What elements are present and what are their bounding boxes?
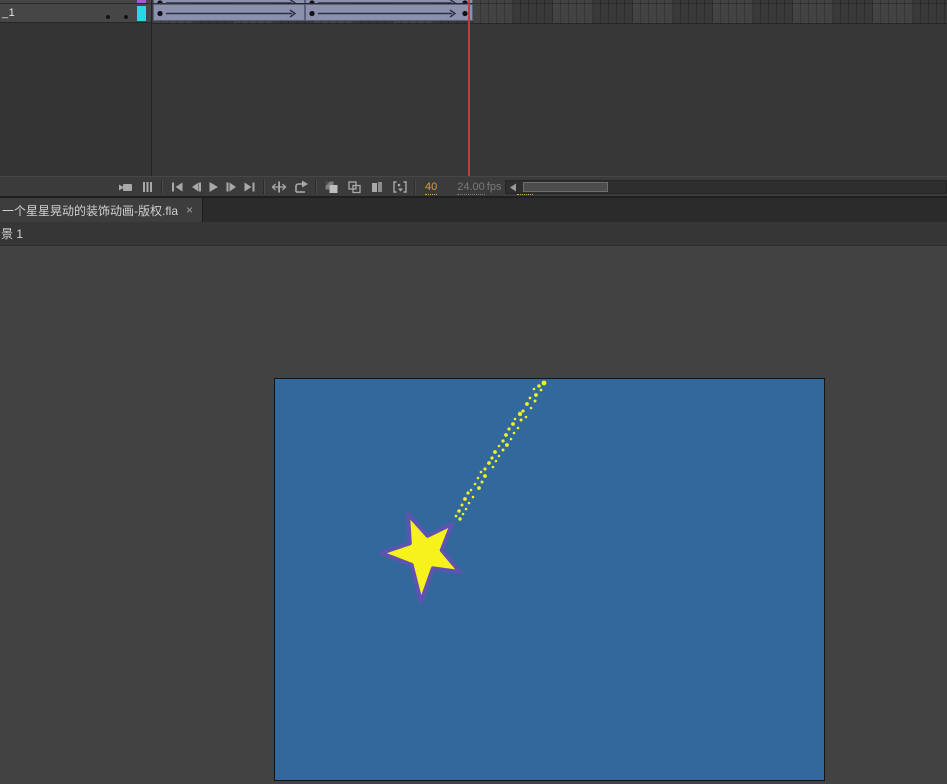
tween-span[interactable] <box>305 0 473 3</box>
edit-bar: 景 1 <box>0 222 947 246</box>
timeline-frames-background[interactable] <box>152 0 947 176</box>
upper-layer-frames[interactable] <box>152 0 947 3</box>
layer-lock-dot-icon[interactable] <box>124 15 128 19</box>
timeline-layer-panel: _1 <box>0 0 152 176</box>
scroll-left-arrow-icon[interactable] <box>506 181 520 193</box>
layer-color-swatch-cyan[interactable] <box>137 6 146 21</box>
layer-depth-icon[interactable] <box>138 179 156 195</box>
star-shape[interactable] <box>381 514 460 602</box>
go-to-first-frame-button[interactable] <box>168 179 186 195</box>
tween-arrow-icon <box>154 5 304 22</box>
tween-span-2[interactable] <box>305 4 473 21</box>
layer-visibility-dot-icon[interactable] <box>106 15 110 19</box>
onion-skin-outlines-icon[interactable] <box>345 179 363 195</box>
frame-rate-value[interactable]: 24.00 <box>457 181 485 195</box>
layer-row[interactable]: _1 <box>0 4 151 23</box>
trail-dots <box>455 381 547 521</box>
divider <box>315 180 317 194</box>
document-tab-title: 一个星星晃动的装饰动画-版权.fla <box>2 202 178 219</box>
scene-label: 景 1 <box>1 225 23 242</box>
layer-name[interactable]: _1 <box>2 7 15 19</box>
tween-span-1[interactable] <box>153 4 305 21</box>
tween-arrow-icon <box>306 0 472 3</box>
divider <box>161 180 163 194</box>
step-back-button[interactable] <box>186 179 204 195</box>
animate-window: _1 <box>0 0 947 784</box>
modify-markers-icon[interactable] <box>391 179 409 195</box>
tween-span[interactable] <box>153 0 305 3</box>
layer-color-swatch-purple[interactable] <box>137 0 146 3</box>
stage-canvas[interactable] <box>274 378 825 781</box>
frame-rate-unit: fps <box>487 181 502 193</box>
onion-skin-icon[interactable] <box>322 179 340 195</box>
document-tab[interactable]: 一个星星晃动的装饰动画-版权.fla × <box>0 198 203 222</box>
current-frame-value[interactable]: 40 <box>425 181 437 195</box>
loop-button[interactable] <box>292 179 310 195</box>
current-frame-field[interactable]: 40 <box>425 181 437 193</box>
edit-multiple-frames-icon[interactable] <box>368 179 386 195</box>
frame-rate-field[interactable]: 24.00fps <box>457 181 501 193</box>
play-button[interactable] <box>204 179 222 195</box>
add-camera-icon[interactable] <box>116 179 134 195</box>
tween-arrow-icon <box>306 5 472 22</box>
layer-frames[interactable] <box>152 4 947 22</box>
go-to-last-frame-button[interactable] <box>240 179 258 195</box>
document-tab-bar: 一个星星晃动的装饰动画-版权.fla × <box>0 198 947 222</box>
playhead[interactable] <box>468 0 470 176</box>
divider <box>414 180 416 194</box>
step-forward-button[interactable] <box>222 179 240 195</box>
center-frame-button[interactable] <box>270 179 288 195</box>
timeline-horizontal-scrollbar[interactable] <box>505 180 947 194</box>
scrollbar-thumb[interactable] <box>523 182 608 192</box>
timeline-controls-bar: 40 24.00fps 1.6s <box>0 176 947 196</box>
stage-artwork <box>275 379 824 780</box>
tween-arrow-icon <box>154 0 304 3</box>
divider <box>263 180 265 194</box>
close-icon[interactable]: × <box>186 203 193 217</box>
pasteboard <box>0 246 947 784</box>
